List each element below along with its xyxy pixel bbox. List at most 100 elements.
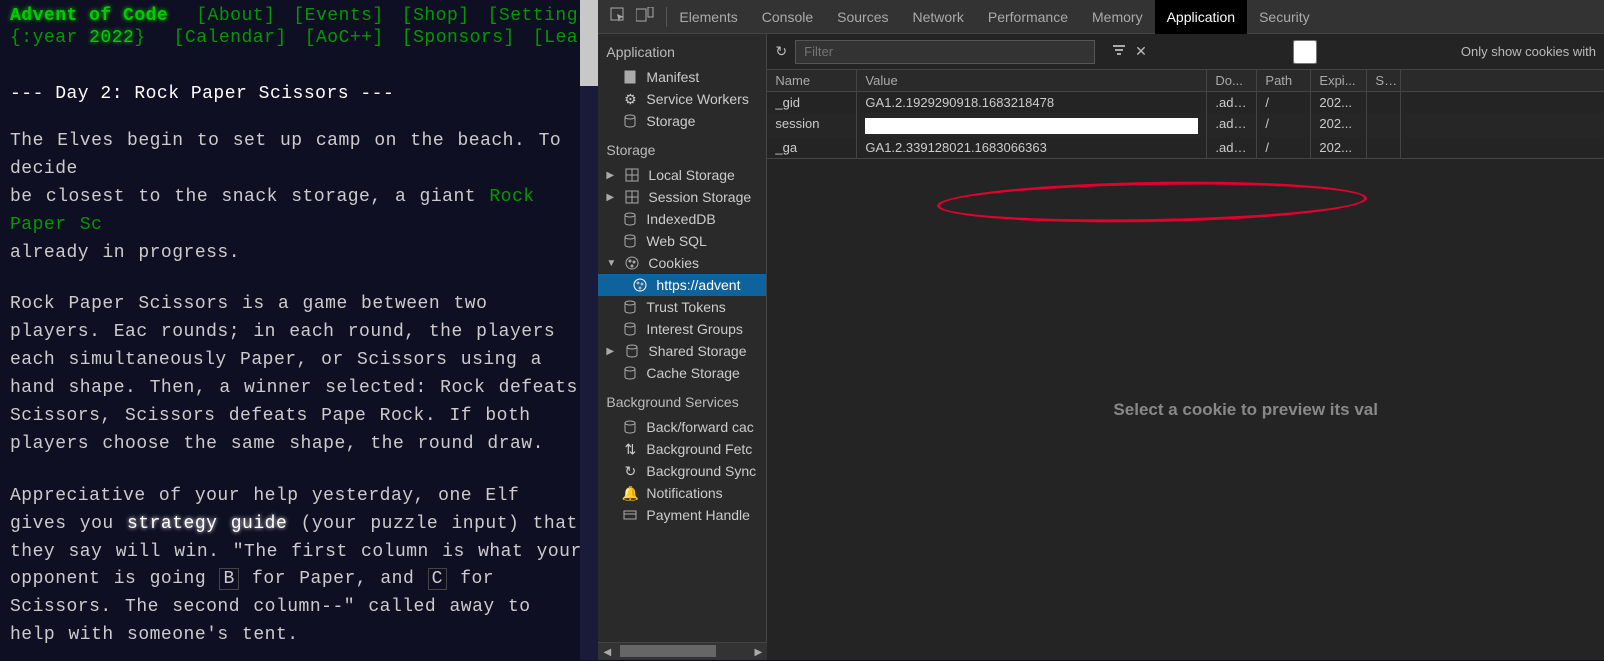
- database-icon: [622, 299, 638, 315]
- sidebar-shared-storage[interactable]: ▶Shared Storage: [598, 340, 766, 362]
- sidebar-trust-tokens[interactable]: Trust Tokens: [598, 296, 766, 318]
- filter-icon[interactable]: [1111, 42, 1127, 61]
- nav-sponsors[interactable]: [Sponsors]: [402, 28, 515, 48]
- col-size[interactable]: Siz: [1367, 70, 1401, 91]
- database-icon: [622, 113, 638, 129]
- cell-value[interactable]: GA1.2.339128021.1683066363: [857, 137, 1207, 158]
- only-cookies-checkbox[interactable]: Only show cookies with: [1155, 40, 1596, 64]
- aoc-scroll-thumb[interactable]: [580, 0, 598, 86]
- grid-icon: [624, 189, 640, 205]
- cell-size[interactable]: [1367, 137, 1401, 158]
- sidebar-hscroll[interactable]: ◀ ▶: [598, 642, 767, 660]
- col-path[interactable]: Path: [1257, 70, 1311, 91]
- cell-size[interactable]: [1367, 92, 1401, 113]
- col-domain[interactable]: Do...: [1207, 70, 1257, 91]
- col-expires[interactable]: Expi...: [1311, 70, 1367, 91]
- col-name[interactable]: Name: [767, 70, 857, 91]
- cell-size[interactable]: [1367, 113, 1401, 137]
- scroll-left-icon[interactable]: ◀: [598, 643, 616, 661]
- group-application: Application: [598, 34, 766, 66]
- cookie-icon: [624, 255, 640, 271]
- cell-domain[interactable]: .adv...: [1207, 113, 1257, 137]
- cookies-toolbar: ↻ ✕ Only show cookies with: [767, 34, 1604, 70]
- cell-path[interactable]: /: [1257, 113, 1311, 137]
- cell-path[interactable]: /: [1257, 137, 1311, 158]
- nav-aocpp[interactable]: [AoC++]: [305, 28, 384, 48]
- sidebar-indexeddb[interactable]: IndexedDB: [598, 208, 766, 230]
- cookies-table: Name Value Do... Path Expi... Siz _gidGA…: [767, 70, 1604, 158]
- clear-icon[interactable]: ✕: [1135, 43, 1147, 60]
- chevron-down-icon: ▼: [606, 258, 616, 269]
- file-icon: [622, 69, 638, 85]
- tab-network[interactable]: Network: [901, 0, 976, 34]
- cookie-preview: Select a cookie to preview its val: [767, 158, 1604, 660]
- sidebar-cache-storage[interactable]: Cache Storage: [598, 362, 766, 384]
- nav-calendar[interactable]: [Calendar]: [174, 28, 287, 48]
- tab-memory[interactable]: Memory: [1080, 0, 1155, 34]
- aoc-title[interactable]: Advent of Code: [10, 6, 168, 26]
- database-icon: [622, 211, 638, 227]
- cell-path[interactable]: /: [1257, 92, 1311, 113]
- aoc-year[interactable]: {:year 2022}: [10, 28, 146, 48]
- sidebar-local-storage[interactable]: ▶Local Storage: [598, 164, 766, 186]
- sidebar-bfcache[interactable]: Back/forward cac: [598, 416, 766, 438]
- sidebar-interest-groups[interactable]: Interest Groups: [598, 318, 766, 340]
- sidebar-service-workers[interactable]: ⚙Service Workers: [598, 88, 766, 110]
- strategy-guide-em: strategy guide: [127, 514, 287, 534]
- sidebar-notifications[interactable]: 🔔Notifications: [598, 482, 766, 504]
- cell-name[interactable]: _gid: [767, 92, 857, 113]
- tab-elements[interactable]: Elements: [667, 0, 749, 34]
- sidebar-storage[interactable]: Storage: [598, 110, 766, 132]
- cell-expires[interactable]: 202...: [1311, 113, 1367, 137]
- inspect-icon[interactable]: [610, 7, 626, 26]
- tab-sources[interactable]: Sources: [825, 0, 900, 34]
- tab-performance[interactable]: Performance: [976, 0, 1080, 34]
- device-icon[interactable]: [636, 7, 654, 26]
- cell-expires[interactable]: 202...: [1311, 137, 1367, 158]
- aoc-scrollbar[interactable]: [580, 0, 598, 660]
- nav-shop[interactable]: [Shop]: [402, 6, 470, 26]
- filter-input[interactable]: [795, 40, 1095, 64]
- cell-domain[interactable]: .adv...: [1207, 92, 1257, 113]
- tab-console[interactable]: Console: [750, 0, 825, 34]
- cell-name[interactable]: _ga: [767, 137, 857, 158]
- col-value[interactable]: Value: [857, 70, 1207, 91]
- cell-value[interactable]: [857, 113, 1207, 137]
- code-b: B: [219, 568, 238, 590]
- table-row[interactable]: session .adv.../202...: [767, 113, 1604, 137]
- nav-leaderboard[interactable]: [Lea: [533, 28, 578, 48]
- table-row[interactable]: _gaGA1.2.339128021.1683066363.adv.../202…: [767, 137, 1604, 158]
- code-c: C: [428, 568, 447, 590]
- nav-about[interactable]: [About]: [196, 6, 275, 26]
- sidebar-cookies[interactable]: ▼Cookies: [598, 252, 766, 274]
- tab-security[interactable]: Security: [1247, 0, 1322, 34]
- sidebar-payment-handler[interactable]: Payment Handle: [598, 504, 766, 526]
- refresh-icon[interactable]: ↻: [775, 43, 787, 60]
- cookies-panel: ↻ ✕ Only show cookies with Name Value Do…: [767, 34, 1604, 660]
- devtools-panel: Elements Console Sources Network Perform…: [598, 0, 1604, 660]
- table-header: Name Value Do... Path Expi... Siz: [767, 70, 1604, 92]
- tab-application[interactable]: Application: [1155, 0, 1248, 34]
- cell-value[interactable]: GA1.2.1929290918.1683218478: [857, 92, 1207, 113]
- database-icon: [622, 419, 638, 435]
- aoc-page: Advent of Code [About] [Events] [Shop] […: [0, 0, 598, 660]
- group-storage: Storage: [598, 132, 766, 164]
- transfer-icon: ⇅: [622, 441, 638, 457]
- redacted-value: [865, 118, 1198, 134]
- cell-name[interactable]: session: [767, 113, 857, 137]
- sidebar-websql[interactable]: Web SQL: [598, 230, 766, 252]
- table-row[interactable]: _gidGA1.2.1929290918.1683218478.adv.../2…: [767, 92, 1604, 113]
- bell-icon: 🔔: [622, 485, 638, 501]
- cell-expires[interactable]: 202...: [1311, 92, 1367, 113]
- card-icon: [622, 507, 638, 523]
- chevron-right-icon: ▶: [606, 346, 616, 357]
- cell-domain[interactable]: .adv...: [1207, 137, 1257, 158]
- scroll-right-icon[interactable]: ▶: [749, 643, 767, 661]
- nav-events[interactable]: [Events]: [293, 6, 383, 26]
- sidebar-manifest[interactable]: Manifest: [598, 66, 766, 88]
- sidebar-session-storage[interactable]: ▶Session Storage: [598, 186, 766, 208]
- sidebar-bg-fetch[interactable]: ⇅Background Fetc: [598, 438, 766, 460]
- sidebar-cookie-origin[interactable]: https://advent: [598, 274, 766, 296]
- sidebar-bg-sync[interactable]: ↻Background Sync: [598, 460, 766, 482]
- hscroll-thumb[interactable]: [620, 645, 716, 657]
